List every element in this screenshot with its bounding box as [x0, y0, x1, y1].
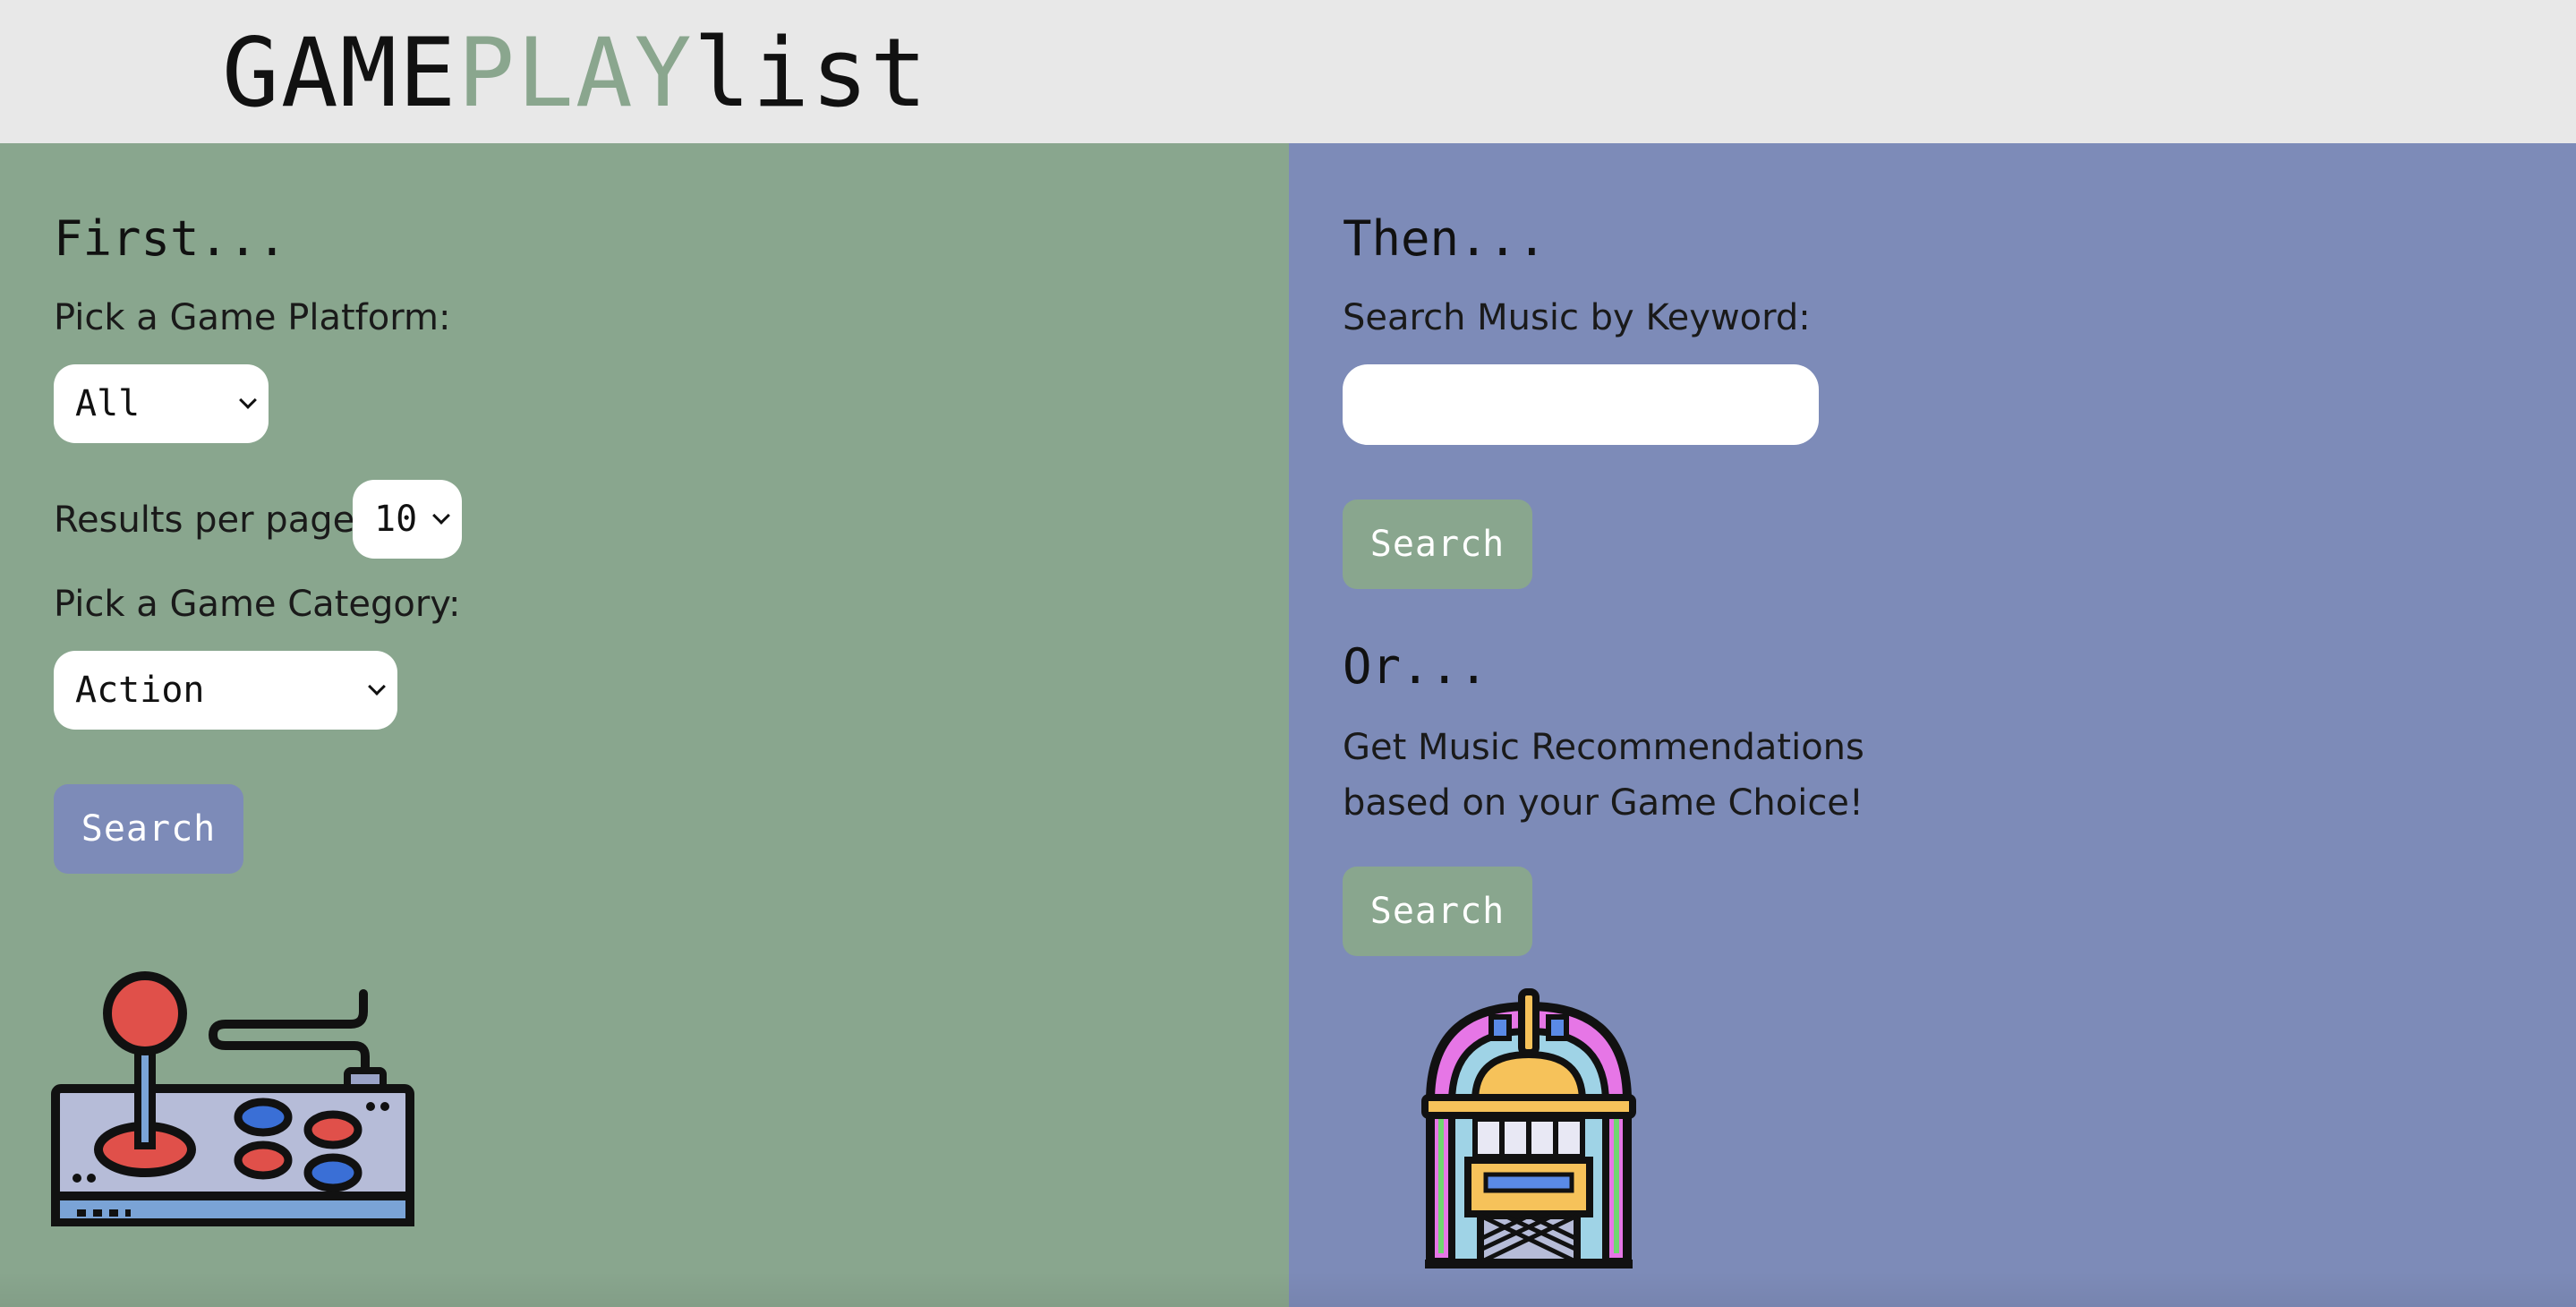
- then-heading: Then...: [1343, 210, 1547, 267]
- site-logo[interactable]: GAMEPLAYlist: [222, 20, 929, 127]
- results-per-page-label: Results per page:: [54, 500, 367, 541]
- logo-list: list: [693, 18, 929, 128]
- logo-game: GAME: [222, 18, 458, 128]
- keyword-input[interactable]: [1343, 364, 1819, 445]
- results-per-page-select[interactable]: 10: [353, 480, 462, 559]
- music-search-panel: Then... Search Music by Keyword: Search …: [1289, 143, 2576, 1307]
- game-search-panel: First... Pick a Game Platform: All Resul…: [0, 143, 1289, 1307]
- arcade-joystick-icon: [51, 971, 414, 1226]
- site-header: GAMEPLAYlist: [0, 0, 2576, 143]
- panel-shadow: [0, 1271, 1289, 1307]
- keyword-label: Search Music by Keyword:: [1343, 297, 1811, 338]
- chevron-down-icon: [239, 391, 257, 409]
- first-heading: First...: [54, 210, 287, 267]
- platform-label: Pick a Game Platform:: [54, 297, 451, 338]
- or-heading: Or...: [1343, 638, 1488, 695]
- chevron-down-icon: [432, 507, 450, 525]
- platform-select-value: All: [75, 383, 141, 424]
- recommend-text-line1: Get Music Recommendations: [1343, 727, 1864, 768]
- music-search-button[interactable]: Search: [1343, 500, 1532, 589]
- chevron-down-icon: [368, 678, 386, 696]
- results-select-value: 10: [374, 499, 418, 540]
- jukebox-icon: [1421, 988, 1636, 1269]
- recommend-text-line2: based on your Game Choice!: [1343, 782, 1864, 824]
- category-select[interactable]: Action: [54, 651, 397, 730]
- recommend-button[interactable]: Search: [1343, 867, 1532, 956]
- platform-select[interactable]: All: [54, 364, 269, 443]
- game-search-button[interactable]: Search: [54, 784, 243, 874]
- category-label: Pick a Game Category:: [54, 584, 461, 625]
- logo-play: PLAY: [457, 18, 694, 128]
- panel-shadow: [1289, 1271, 2576, 1307]
- category-select-value: Action: [75, 670, 205, 711]
